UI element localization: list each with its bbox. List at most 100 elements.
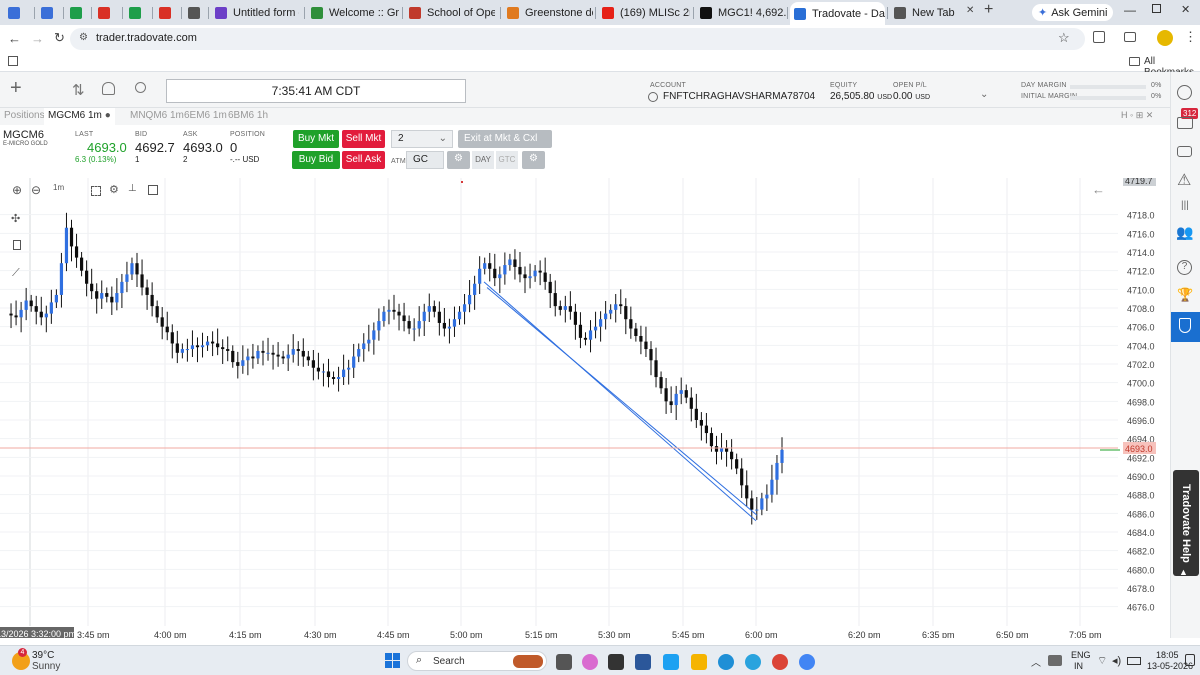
bell-icon[interactable] bbox=[102, 82, 115, 95]
reload-icon[interactable]: ↻ bbox=[54, 30, 65, 46]
volume-icon[interactable]: ◂) bbox=[1112, 654, 1121, 667]
zoom-out-icon[interactable]: ⊖ bbox=[31, 183, 41, 197]
module-window-controls[interactable]: H ◦ ⊞ ✕ bbox=[1121, 110, 1153, 121]
app-icon[interactable] bbox=[608, 654, 624, 670]
profile-icon[interactable] bbox=[1177, 85, 1192, 100]
transfer-icon[interactable]: ⇅ bbox=[72, 81, 85, 99]
help-icon[interactable]: ? bbox=[1177, 260, 1192, 275]
price-chart[interactable]: 4718.0 4716.0 4714.0 4712.0 4710.0 4708.0 4706… bbox=[0, 175, 1170, 640]
scroll-to-latest-icon[interactable]: ← bbox=[1092, 182, 1105, 197]
notes-icon[interactable] bbox=[13, 240, 21, 250]
position-value: 0 bbox=[230, 140, 238, 155]
browser-tab[interactable] bbox=[184, 3, 206, 23]
tab-6bm6[interactable]: 6BM6 1h bbox=[228, 110, 268, 121]
tab-positions[interactable]: Positions bbox=[4, 110, 45, 121]
chart-canvas[interactable]: 4718.0 4716.0 4714.0 4712.0 4710.0 4708.0 4706… bbox=[0, 175, 1170, 640]
apps-icon[interactable] bbox=[8, 56, 18, 66]
browser-tab[interactable]: Greenstone do bbox=[503, 3, 593, 23]
site-info-icon[interactable]: ⚙ bbox=[79, 32, 88, 43]
browser-tab[interactable] bbox=[37, 3, 59, 23]
browser-tab[interactable] bbox=[4, 3, 26, 23]
select-box-icon[interactable] bbox=[91, 186, 101, 196]
quantity-select[interactable]: 2 ⌄ bbox=[391, 130, 453, 148]
account-select[interactable]: FNFTCHRAGHAVSHARMA78704 bbox=[663, 91, 815, 102]
chrome-profile-icon[interactable] bbox=[799, 654, 815, 670]
browser-tab[interactable] bbox=[155, 3, 177, 23]
back-icon[interactable]: ← bbox=[8, 31, 21, 46]
crosshair-icon[interactable]: ✣ bbox=[11, 212, 20, 225]
trophy-icon[interactable]: 🏆 bbox=[1177, 287, 1193, 303]
extensions-icon[interactable] bbox=[1093, 31, 1105, 43]
windows-start-icon[interactable] bbox=[385, 653, 401, 669]
add-icon[interactable]: + bbox=[10, 78, 22, 98]
browser-tab[interactable]: New Tab bbox=[890, 3, 975, 23]
atm-select[interactable]: GC bbox=[406, 151, 444, 169]
tif-gtc[interactable]: GTC bbox=[496, 151, 518, 169]
community-icon[interactable]: 👥 bbox=[1176, 224, 1193, 241]
chart-settings-icon[interactable]: ⚙ bbox=[109, 183, 119, 196]
ask-gemini-button[interactable]: ✦ Ask Gemini bbox=[1032, 4, 1114, 21]
atm-settings-button[interactable]: ⚙ bbox=[447, 151, 470, 169]
browser-tab[interactable] bbox=[66, 3, 88, 23]
browser-tab[interactable]: Welcome :: Gre bbox=[307, 3, 399, 23]
tab-mgcm6[interactable]: MGCM6 1m ● bbox=[44, 108, 115, 125]
language-indicator[interactable]: ENG bbox=[1071, 650, 1091, 660]
tray-app-icon[interactable] bbox=[1048, 655, 1062, 666]
omnibox[interactable]: ⚙ trader.tradovate.com ☆ bbox=[70, 28, 1085, 50]
telegram-icon[interactable] bbox=[745, 654, 761, 670]
draw-line-icon[interactable]: ⟋ bbox=[12, 267, 20, 280]
browser-menu-icon[interactable]: ⋮ bbox=[1184, 29, 1197, 45]
interval-selector[interactable]: 1m bbox=[53, 183, 64, 192]
bars-icon[interactable]: ||| bbox=[1181, 200, 1189, 211]
tab-6em6[interactable]: 6EM6 1m bbox=[184, 110, 227, 121]
browser-tab[interactable] bbox=[94, 3, 116, 23]
order-settings-button[interactable]: ⚙ bbox=[522, 151, 545, 169]
tab-mnqm6[interactable]: MNQM6 1m bbox=[130, 110, 184, 121]
taskbar-search[interactable]: ⌕ Search bbox=[407, 651, 547, 671]
browser-tab[interactable] bbox=[125, 3, 147, 23]
battery-icon[interactable] bbox=[1127, 657, 1141, 665]
minimize-icon[interactable]: — bbox=[1124, 3, 1136, 17]
file-explorer-icon[interactable] bbox=[691, 654, 707, 670]
tradovate-help-tab[interactable]: Tradovate Help bbox=[1173, 470, 1199, 576]
chevron-up-icon[interactable]: ︿ bbox=[1031, 654, 1041, 669]
edge-icon[interactable] bbox=[718, 654, 734, 670]
copilot-icon[interactable] bbox=[582, 654, 598, 670]
news-icon[interactable] bbox=[1177, 117, 1193, 129]
profile-avatar[interactable] bbox=[1157, 30, 1173, 46]
exit-at-market-button[interactable]: Exit at Mkt & Cxl bbox=[458, 130, 552, 148]
store-icon[interactable] bbox=[635, 654, 651, 670]
chevron-down-icon[interactable]: ⌄ bbox=[980, 89, 988, 100]
shield-button[interactable] bbox=[1171, 312, 1200, 342]
templates-icon[interactable] bbox=[148, 185, 158, 195]
browser-tab[interactable]: Tradovate - Da bbox=[790, 2, 885, 25]
browser-tab[interactable]: School of Ope bbox=[405, 3, 495, 23]
buy-market-button[interactable]: Buy Mkt bbox=[293, 130, 339, 148]
bookmark-star-icon[interactable]: ☆ bbox=[1058, 30, 1070, 46]
chat-icon[interactable] bbox=[1177, 146, 1192, 157]
sell-market-button[interactable]: Sell Mkt bbox=[342, 130, 385, 148]
forward-icon[interactable]: → bbox=[31, 31, 44, 46]
chrome-icon[interactable] bbox=[772, 654, 788, 670]
buy-bid-button[interactable]: Buy Bid bbox=[292, 151, 340, 169]
zoom-in-icon[interactable]: ⊕ bbox=[12, 183, 22, 197]
sidepanel-icon[interactable] bbox=[1124, 32, 1136, 42]
wifi-icon[interactable]: ⌔ bbox=[1097, 654, 1107, 668]
tab-close-icon[interactable]: ✕ bbox=[966, 5, 974, 16]
twitter-icon[interactable] bbox=[663, 654, 679, 670]
clock-time[interactable]: 18:05 bbox=[1156, 650, 1179, 660]
browser-tab[interactable]: MGC1! 4,692.5 bbox=[696, 3, 788, 23]
chevron-up-icon[interactable]: ▲ bbox=[1179, 567, 1188, 577]
search-icon[interactable] bbox=[135, 82, 146, 93]
browser-tab[interactable]: Untitled form - bbox=[211, 3, 299, 23]
task-view-icon[interactable] bbox=[556, 654, 572, 670]
notifications-icon[interactable] bbox=[1185, 654, 1195, 666]
indicators-icon[interactable]: ⊥ bbox=[128, 183, 137, 194]
sell-ask-button[interactable]: Sell Ask bbox=[342, 151, 385, 169]
browser-tab[interactable]: (169) MLISc 2n bbox=[598, 3, 690, 23]
new-tab-button[interactable]: + bbox=[984, 1, 993, 19]
restore-icon[interactable] bbox=[1152, 4, 1161, 13]
alert-icon[interactable]: ⚠ bbox=[1177, 170, 1191, 190]
tif-day[interactable]: DAY bbox=[472, 151, 494, 169]
close-window-icon[interactable]: ✕ bbox=[1181, 3, 1190, 16]
